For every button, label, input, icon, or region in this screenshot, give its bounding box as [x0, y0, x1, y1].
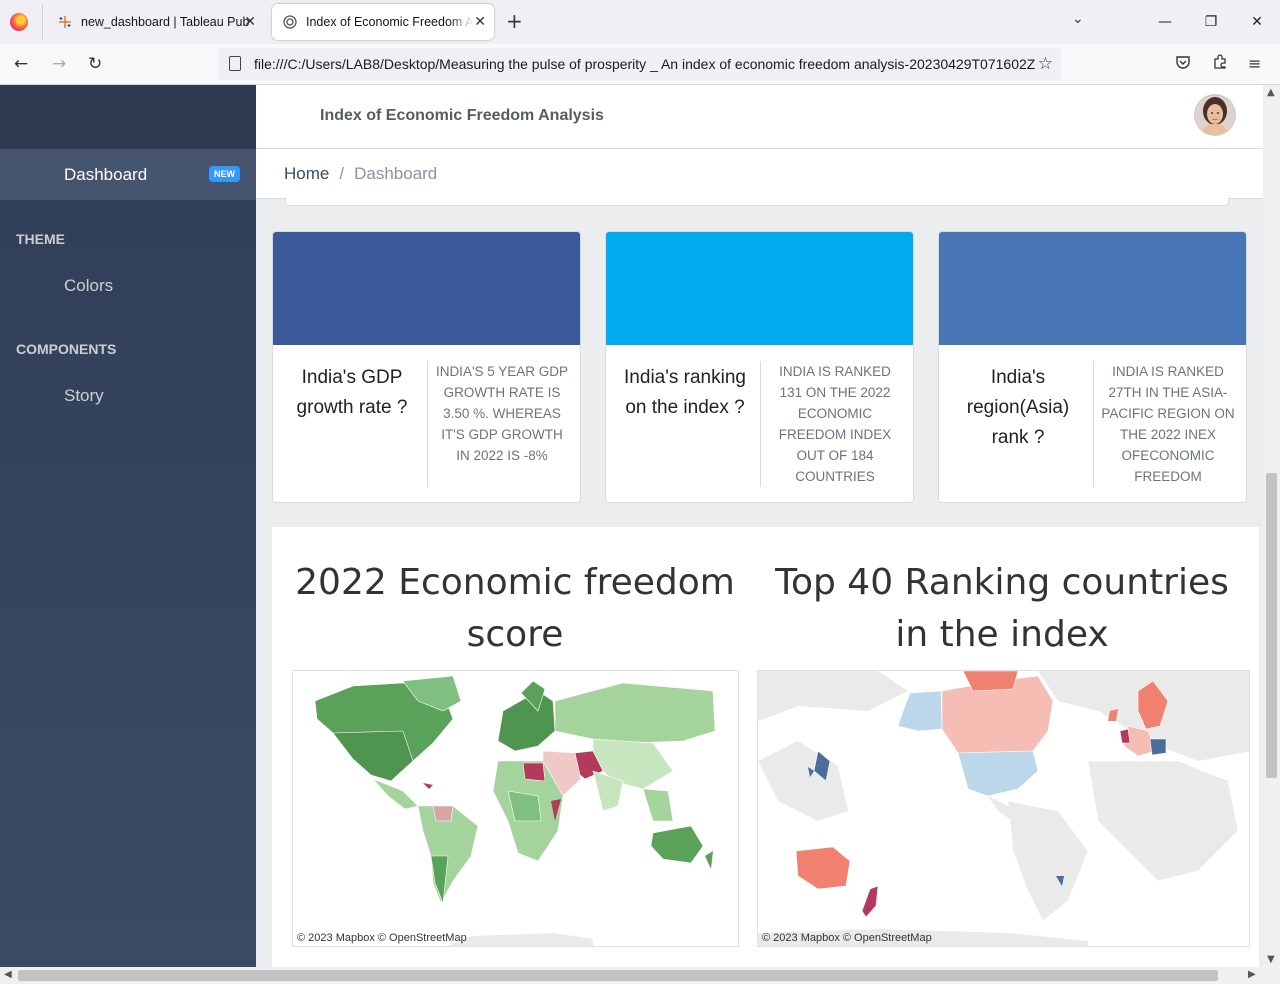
- sidebar-item-story[interactable]: Story: [64, 386, 104, 406]
- world-map-graphic: [758, 671, 1249, 946]
- sidebar-item-colors[interactable]: Colors: [64, 276, 113, 296]
- sidebar-item-label: Dashboard: [64, 164, 148, 184]
- horizontal-scrollbar[interactable]: ◀ ▶: [0, 967, 1280, 984]
- chevron-down-icon[interactable]: ⌄: [1072, 11, 1084, 27]
- header: Index of Economic Freedom Analysis: [256, 85, 1263, 149]
- page-icon: [282, 14, 298, 30]
- divider: [760, 361, 761, 487]
- breadcrumb: Home / Dashboard: [256, 149, 1263, 199]
- divider: [427, 361, 428, 487]
- map-credit: © 2023 Mapbox © OpenStreetMap: [297, 932, 467, 944]
- vertical-scrollbar[interactable]: ▲ ▼: [1263, 85, 1280, 967]
- card-answer: INDIA IS RANKED 27TH IN THE ASIA-PACIFIC…: [1101, 364, 1235, 484]
- sidebar-brand: [0, 85, 256, 149]
- page-title: Index of Economic Freedom Analysis: [320, 107, 604, 124]
- scroll-up-icon[interactable]: ▲: [1267, 87, 1275, 98]
- browser-tab-tableau[interactable]: new_dashboard | Tableau Public ✕: [42, 4, 264, 40]
- card-question: India's ranking on the index ?: [624, 367, 746, 418]
- scroll-left-icon[interactable]: ◀: [4, 969, 12, 980]
- card-question: India's GDP growth rate ?: [296, 367, 408, 418]
- minimize-icon[interactable]: —: [1142, 0, 1188, 44]
- new-tab-icon[interactable]: +: [506, 10, 523, 32]
- scroll-right-icon[interactable]: ▶: [1248, 969, 1256, 980]
- breadcrumb-separator: /: [339, 163, 345, 183]
- firefox-icon[interactable]: [10, 13, 28, 31]
- reload-icon[interactable]: ↻: [88, 54, 102, 74]
- scrollbar-thumb[interactable]: [1266, 473, 1277, 778]
- extensions-icon[interactable]: [1212, 54, 1228, 74]
- forward-arrow-icon[interactable]: →: [52, 54, 66, 74]
- card-answer: INDIA'S 5 YEAR GDP GROWTH RATE IS 3.50 %…: [435, 364, 569, 463]
- tableau-icon: [57, 14, 73, 30]
- map-credit: © 2023 Mapbox © OpenStreetMap: [762, 932, 932, 944]
- tab-title: new_dashboard | Tableau Public: [81, 15, 249, 29]
- world-map-graphic: [293, 671, 738, 946]
- map-freedom-score[interactable]: © 2023 Mapbox © OpenStreetMap: [292, 670, 739, 947]
- avatar[interactable]: [1195, 95, 1235, 135]
- browser-nav-bar: ← → ↻ file:///C:/Users/LAB8/Desktop/Meas…: [0, 44, 1280, 85]
- tableau-viz[interactable]: 2022 Economic freedom score Top 40 Ranki…: [272, 527, 1259, 967]
- sidebar-item-dashboard[interactable]: Dashboard NEW: [0, 149, 256, 200]
- breadcrumb-current: Dashboard: [354, 163, 438, 183]
- browser-tab-active[interactable]: Index of Economic Freedom Analysis ✕: [272, 4, 494, 40]
- file-icon: [229, 56, 241, 71]
- menu-icon[interactable]: ≡: [1248, 54, 1261, 73]
- viz-title-freedom-score: 2022 Economic freedom score: [295, 562, 735, 655]
- card-header: [606, 232, 913, 345]
- scrolled-card-edge: [285, 198, 1229, 206]
- card-ranking: India's ranking on the index ? INDIA IS …: [605, 231, 914, 503]
- card-header: [273, 232, 580, 345]
- sidebar-section-components: COMPONENTS: [16, 341, 117, 357]
- close-tab-icon[interactable]: ✕: [244, 14, 256, 30]
- card-question: India's region(Asia) rank ?: [966, 367, 1070, 448]
- tab-title: Index of Economic Freedom Analysis: [306, 15, 474, 29]
- close-tab-icon[interactable]: ✕: [474, 14, 486, 30]
- card-gdp: India's GDP growth rate ? INDIA'S 5 YEAR…: [272, 231, 581, 503]
- url-bar[interactable]: file:///C:/Users/LAB8/Desktop/Measuring …: [218, 48, 1061, 80]
- pocket-icon[interactable]: [1175, 54, 1191, 74]
- browser-tab-bar: new_dashboard | Tableau Public ✕ Index o…: [0, 0, 1280, 44]
- divider: [1093, 361, 1094, 487]
- bookmark-star-icon[interactable]: ☆: [1038, 54, 1053, 74]
- card-answer: INDIA IS RANKED 131 ON THE 2022 ECONOMIC…: [778, 364, 892, 484]
- restore-icon[interactable]: ❐: [1188, 0, 1234, 44]
- scrollbar-thumb[interactable]: [18, 970, 1218, 981]
- card-region-rank: India's region(Asia) rank ? INDIA IS RAN…: [938, 231, 1247, 503]
- breadcrumb-home[interactable]: Home: [284, 164, 329, 184]
- back-arrow-icon[interactable]: ←: [14, 54, 28, 74]
- sidebar-section-theme: THEME: [16, 231, 65, 247]
- url-text: file:///C:/Users/LAB8/Desktop/Measuring …: [254, 56, 1036, 72]
- viz-title-top-40: Top 40 Ranking countries in the index: [775, 562, 1229, 655]
- scroll-down-icon[interactable]: ▼: [1267, 954, 1275, 965]
- window-controls: — ❐ ✕: [1142, 0, 1280, 44]
- card-header: [939, 232, 1246, 345]
- close-window-icon[interactable]: ✕: [1234, 0, 1280, 44]
- new-badge: NEW: [209, 166, 240, 182]
- page: Dashboard NEW THEME Colors COMPONENTS St…: [0, 85, 1263, 967]
- map-top-40[interactable]: © 2023 Mapbox © OpenStreetMap: [757, 670, 1250, 947]
- sidebar: Dashboard NEW THEME Colors COMPONENTS St…: [0, 85, 256, 967]
